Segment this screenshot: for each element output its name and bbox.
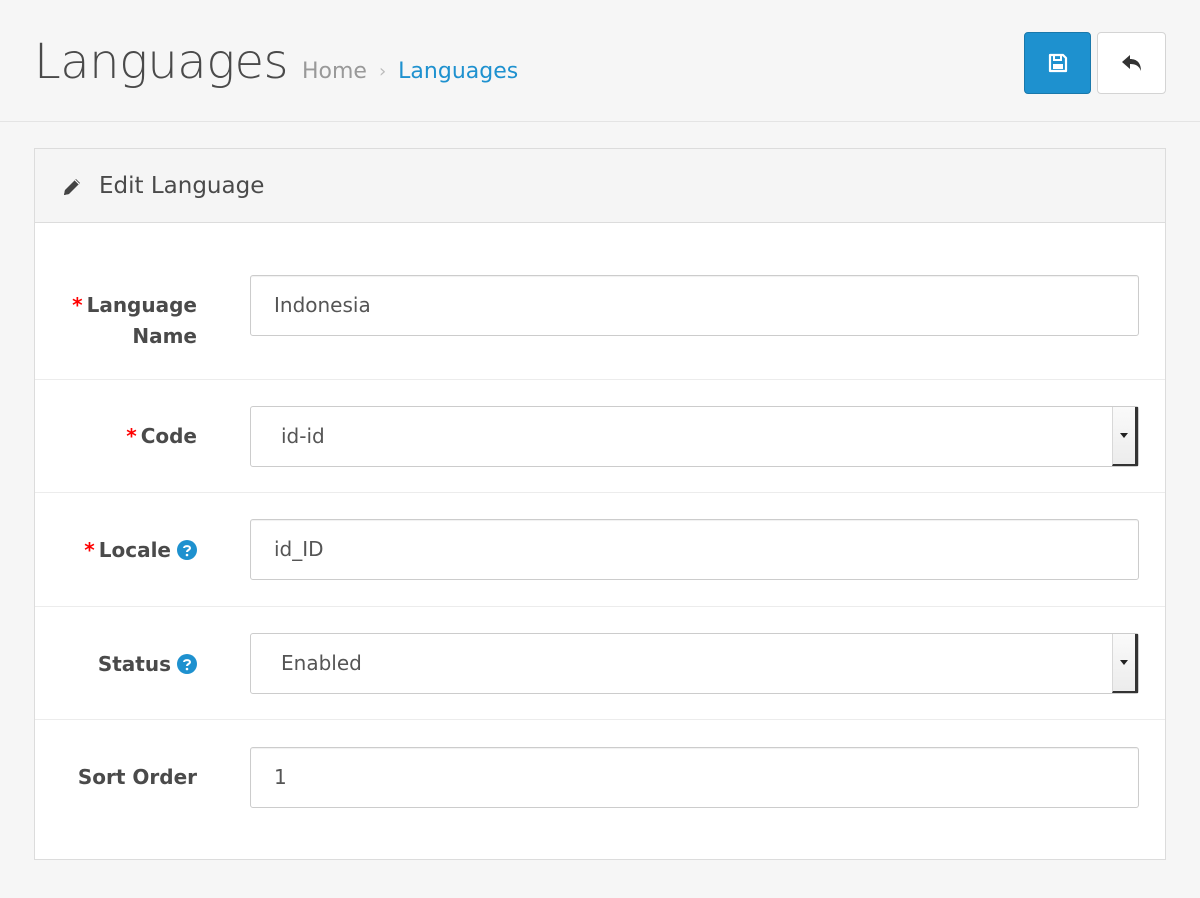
edit-language-panel: Edit Language * Language Name Indonesia *… <box>34 148 1166 860</box>
save-button[interactable] <box>1024 32 1091 94</box>
panel-title: Edit Language <box>99 173 265 199</box>
required-asterisk: * <box>72 293 83 317</box>
form-row-code: * Code id-id <box>35 380 1165 493</box>
back-button[interactable] <box>1097 32 1166 94</box>
form-row-locale: * Locale id_ID <box>35 493 1165 607</box>
status-label: Status <box>98 649 197 680</box>
chevron-down-icon <box>1112 634 1138 693</box>
page-header: Languages Home › Languages <box>0 0 1200 122</box>
form-row-status: Status Enabled <box>35 607 1165 720</box>
breadcrumb-home-link[interactable]: Home <box>302 57 367 87</box>
locale-label: * Locale <box>84 535 197 566</box>
chevron-down-icon <box>1112 407 1138 466</box>
language-name-label: * Language Name <box>72 293 197 348</box>
pencil-icon <box>64 179 80 195</box>
locale-input[interactable]: id_ID <box>250 519 1139 580</box>
code-label: * Code <box>126 424 197 448</box>
sort-order-label: Sort Order <box>77 765 197 789</box>
language-name-input[interactable]: Indonesia <box>250 275 1139 336</box>
form-row-language-name: * Language Name Indonesia <box>35 224 1165 380</box>
breadcrumb: Home › Languages <box>302 57 518 87</box>
status-select[interactable]: Enabled <box>250 633 1139 694</box>
status-selected-value: Enabled <box>281 651 362 675</box>
question-circle-icon[interactable] <box>177 654 197 674</box>
page-title: Languages <box>34 34 289 90</box>
code-selected-value: id-id <box>281 424 325 448</box>
breadcrumb-languages-link[interactable]: Languages <box>398 57 518 87</box>
panel-heading: Edit Language <box>35 149 1165 223</box>
breadcrumb-separator: › <box>378 61 387 82</box>
question-circle-icon[interactable] <box>177 540 197 560</box>
floppy-disk-icon <box>1048 53 1067 73</box>
code-select[interactable]: id-id <box>250 406 1139 467</box>
form-row-sort-order: Sort Order 1 <box>35 720 1165 859</box>
sort-order-input[interactable]: 1 <box>250 747 1139 808</box>
reply-arrow-icon <box>1121 55 1141 71</box>
